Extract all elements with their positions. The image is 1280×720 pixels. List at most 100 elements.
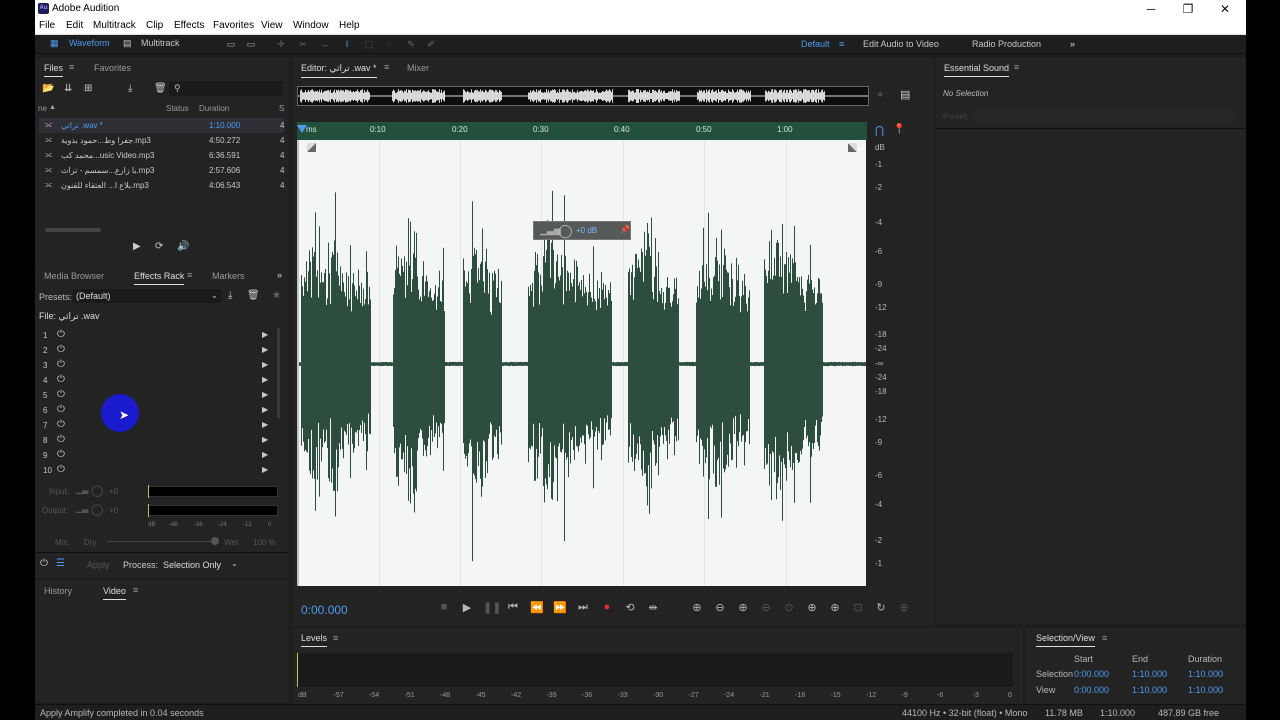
workspace-default[interactable]: Default	[801, 39, 830, 49]
selection-view-title[interactable]: Selection/View	[1036, 633, 1095, 647]
razor-tool-icon[interactable]: ✂	[297, 39, 309, 49]
workspace-menu-icon[interactable]: ≡	[839, 39, 844, 49]
slot-menu-arrow-icon[interactable]: ▶	[262, 450, 268, 459]
tab-favorites[interactable]: Favorites	[94, 63, 131, 73]
fade-in-handle[interactable]	[307, 143, 316, 152]
rewind-icon[interactable]: ⏪	[530, 601, 544, 614]
power-icon[interactable]: ⏻	[57, 419, 65, 430]
preset-dropdown[interactable]	[974, 109, 1234, 123]
time-ruler[interactable]: ms 0:10 0:20 0:30 0:40 0:50 1:00	[297, 122, 867, 140]
lasso-tool-icon[interactable]: ◌	[383, 39, 395, 49]
slot-menu-arrow-icon[interactable]: ▶	[262, 390, 268, 399]
playhead-marker[interactable]	[297, 125, 307, 133]
delete-preset-icon[interactable]: 🗑	[247, 290, 260, 301]
menu-file[interactable]: File	[39, 20, 55, 31]
skip-selection-icon[interactable]: ⇹	[646, 601, 660, 614]
preview-play-icon[interactable]: ▶	[133, 241, 141, 252]
play-icon[interactable]: ▶	[460, 601, 474, 614]
zoom-to-selection-icon[interactable]: ⊕	[897, 601, 911, 614]
file-row[interactable]: ⫘ يا زارع...سمسم - تراث.mp3 2:57.606 4	[39, 163, 284, 178]
record-icon[interactable]: ●	[600, 601, 614, 613]
levels-title[interactable]: Levels	[301, 633, 328, 647]
file-row[interactable]: ⫘ محمد كب...usic Video.mp3 6:36.591 4	[39, 148, 284, 163]
files-horizontal-scrollbar[interactable]	[45, 228, 101, 232]
zoom-in-time-icon[interactable]: ⊕	[736, 601, 750, 614]
effect-slot[interactable]: 7 ⏻ ▶	[35, 418, 275, 433]
slot-menu-arrow-icon[interactable]: ▶	[262, 405, 268, 414]
import-file-icon[interactable]: ⇊	[64, 83, 72, 94]
tab-history[interactable]: History	[44, 586, 72, 596]
tab-editor[interactable]: Editor: تراثي .wav *	[301, 63, 377, 78]
sv-selection-start[interactable]: 0:00.000	[1074, 669, 1109, 679]
insert-into-multitrack-icon[interactable]: ⤓	[128, 83, 132, 94]
save-preset-icon[interactable]: ⤓	[228, 290, 232, 301]
current-time[interactable]: 0:00.000	[301, 603, 348, 617]
waveform-overview[interactable]	[297, 86, 869, 106]
spectral-display-icon[interactable]: ▭	[225, 39, 237, 49]
spot-healing-tool-icon[interactable]: ✐	[425, 39, 437, 49]
menu-clip[interactable]: Clip	[146, 20, 163, 31]
effect-slot[interactable]: 5 ⏻ ▶	[35, 388, 275, 403]
effect-slot[interactable]: 9 ⏻ ▶	[35, 448, 275, 463]
col-status-header[interactable]: Status	[166, 104, 189, 113]
tab-markers[interactable]: Markers	[212, 271, 245, 281]
file-row[interactable]: ⫘ بلاع ا... العتقاء للفنون.mp3 4:06.543 …	[39, 178, 284, 193]
more-workspaces-icon[interactable]: »	[1070, 39, 1075, 49]
favorite-star-icon[interactable]: ★	[272, 290, 281, 301]
zoom-reset-icon[interactable]: ↻	[874, 601, 888, 614]
effect-slot[interactable]: 4 ⏻ ▶	[35, 373, 275, 388]
marquee-tool-icon[interactable]: ⬚	[363, 39, 375, 49]
effect-slot[interactable]: 1 ⏻ ▶	[35, 328, 275, 343]
power-icon[interactable]: ⏻	[57, 389, 65, 400]
power-icon[interactable]: ⏻	[57, 374, 65, 385]
zoom-in-amplitude-icon[interactable]: ⊕	[690, 601, 704, 614]
zoom-navigator-icon[interactable]: ⌖	[877, 89, 883, 102]
zoom-out-full-icon[interactable]: ⊙	[782, 601, 796, 614]
output-knob-icon[interactable]: ◯	[91, 503, 103, 516]
slip-tool-icon[interactable]: ↔	[319, 39, 331, 49]
video-panel-menu-icon[interactable]: ≡	[133, 585, 138, 595]
marker-pin-icon[interactable]: 📍	[893, 124, 905, 135]
power-icon[interactable]: ⏻	[57, 329, 65, 340]
close-icon[interactable]: ✕	[1207, 1, 1243, 17]
more-panels-icon[interactable]: »	[277, 270, 282, 280]
mix-slider-handle[interactable]	[211, 537, 219, 545]
power-icon[interactable]: ⏻	[57, 449, 65, 460]
presets-dropdown[interactable]: (Default) ⌄	[73, 289, 221, 303]
effect-slot[interactable]: 2 ⏻ ▶	[35, 343, 275, 358]
slot-menu-arrow-icon[interactable]: ▶	[262, 420, 268, 429]
auto-play-icon[interactable]: 🔊	[177, 241, 189, 252]
waveform-button[interactable]: Waveform	[69, 38, 110, 48]
slot-menu-arrow-icon[interactable]: ▶	[262, 345, 268, 354]
slot-menu-arrow-icon[interactable]: ▶	[262, 360, 268, 369]
sv-selection-end[interactable]: 1:10.000	[1132, 669, 1167, 679]
db-scale[interactable]: dB -1 -2 -4 -6 -9 -12 -18 -24 -∞ -24 -18…	[867, 140, 897, 586]
effect-slot[interactable]: 10 ⏻ ▶	[35, 463, 275, 478]
maximize-icon[interactable]: ❐	[1170, 1, 1206, 17]
fade-out-handle[interactable]	[848, 143, 857, 152]
slot-menu-arrow-icon[interactable]: ▶	[262, 435, 268, 444]
new-file-icon[interactable]: ⊞	[84, 83, 92, 94]
pitch-display-icon[interactable]: ▭	[245, 39, 257, 49]
power-icon[interactable]: ⏻	[57, 359, 65, 370]
preview-loop-icon[interactable]: ⟳	[155, 241, 163, 252]
menu-edit[interactable]: Edit	[66, 20, 83, 31]
menu-multitrack[interactable]: Multitrack	[93, 20, 136, 31]
pause-icon[interactable]: ❚❚	[483, 601, 501, 614]
zoom-in-at-start-icon[interactable]: ⊕	[805, 601, 819, 614]
files-panel-menu-icon[interactable]: ≡	[69, 62, 74, 72]
snap-icon[interactable]: ⋂	[875, 124, 884, 137]
rack-list-icon[interactable]: ☰	[56, 558, 65, 569]
menu-favorites[interactable]: Favorites	[213, 20, 254, 31]
delete-file-icon[interactable]: 🗑	[154, 83, 167, 94]
gain-hud[interactable]: ▁▃▅ ◯ +0 dB 📌	[533, 221, 631, 240]
effects-scrollbar[interactable]	[277, 328, 280, 418]
slot-menu-arrow-icon[interactable]: ▶	[262, 375, 268, 384]
effects-panel-menu-icon[interactable]: ≡	[187, 270, 192, 280]
zoom-in-at-end-icon[interactable]: ⊕	[828, 601, 842, 614]
display-options-icon[interactable]: ▤	[900, 88, 910, 101]
zoom-out-amplitude-icon[interactable]: ⊖	[713, 601, 727, 614]
slot-menu-arrow-icon[interactable]: ▶	[262, 330, 268, 339]
tab-media-browser[interactable]: Media Browser	[44, 271, 104, 281]
tab-effects-rack[interactable]: Effects Rack	[134, 271, 185, 285]
